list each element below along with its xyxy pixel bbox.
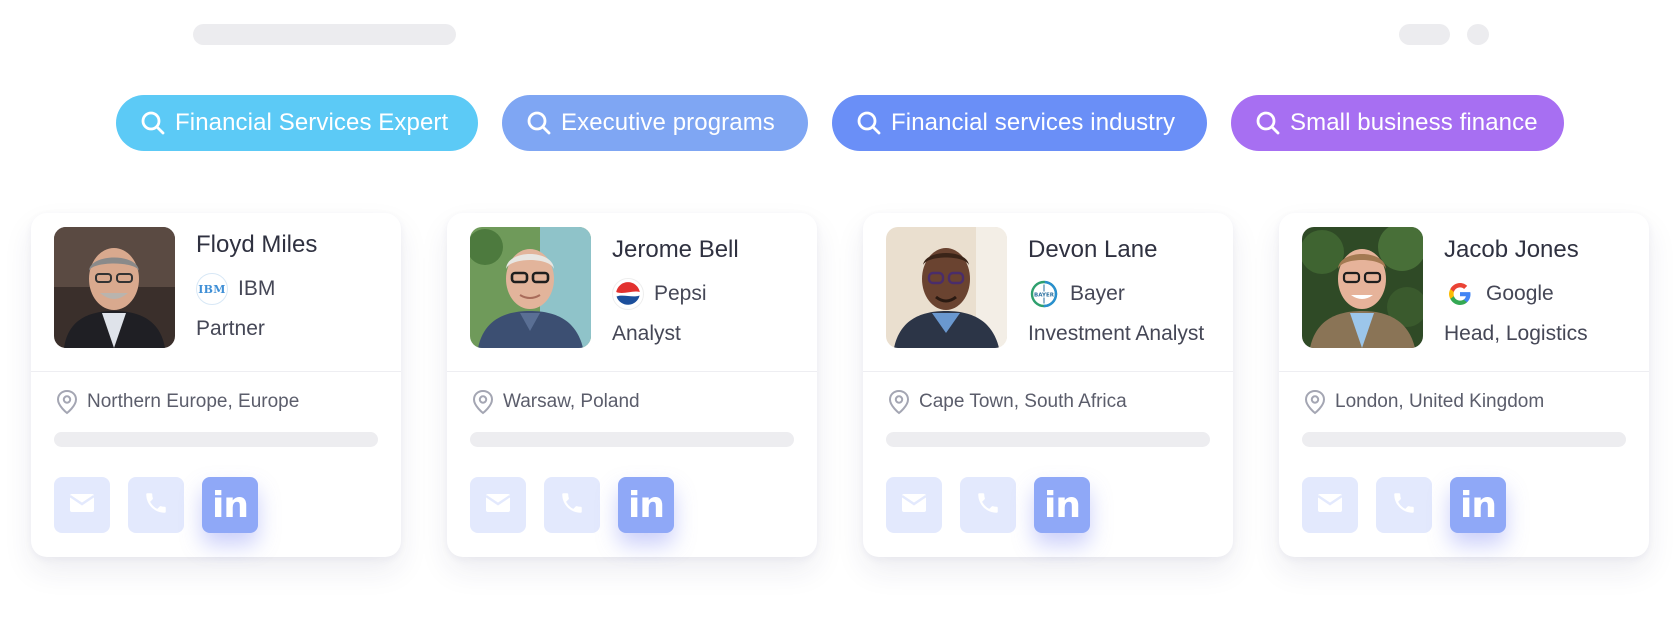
- skeleton-bar: [1302, 432, 1626, 447]
- company-name: Google: [1486, 282, 1554, 305]
- search-chip-financial-services-expert[interactable]: Financial Services Expert: [116, 95, 478, 151]
- search-icon: [856, 110, 882, 136]
- pepsi-logo: [612, 278, 644, 310]
- location-text: London, United Kingdom: [1335, 391, 1545, 412]
- company: Pepsi: [612, 278, 707, 310]
- email-button[interactable]: [54, 477, 110, 533]
- search-icon: [1255, 110, 1281, 136]
- chip-label: Small business finance: [1290, 109, 1538, 136]
- skeleton-bar: [54, 432, 378, 447]
- phone-icon: [143, 490, 169, 521]
- company-name: Pepsi: [654, 282, 707, 305]
- location: Cape Town, South Africa: [887, 389, 1127, 415]
- linkedin-icon: in: [1044, 484, 1081, 526]
- phone-button[interactable]: [128, 477, 184, 533]
- phone-button[interactable]: [1376, 477, 1432, 533]
- person-role: Analyst: [612, 322, 681, 345]
- phone-icon: [975, 490, 1001, 521]
- avatar: [470, 227, 591, 348]
- location-pin-icon: [887, 389, 911, 415]
- profile-card: Jacob Jones Google Head, Logistics Londo…: [1279, 213, 1649, 557]
- person-role: Investment Analyst: [1028, 322, 1205, 345]
- linkedin-button[interactable]: in: [202, 477, 258, 533]
- top-skeleton-dot: [1467, 24, 1489, 45]
- email-button[interactable]: [470, 477, 526, 533]
- phone-button[interactable]: [544, 477, 600, 533]
- ibm-logo: IBM: [196, 273, 228, 305]
- search-chips: Financial Services Expert Executive prog…: [0, 95, 1680, 151]
- person-role: Head, Logistics: [1444, 322, 1588, 345]
- profile-card: Floyd Miles IBM IBM Partner Northern Eur…: [31, 213, 401, 557]
- person-name: Jerome Bell: [612, 236, 739, 263]
- avatar: [54, 227, 175, 348]
- card-divider: [31, 371, 401, 372]
- card-divider: [447, 371, 817, 372]
- person-name: Jacob Jones: [1444, 236, 1579, 263]
- company: IBM IBM: [196, 273, 275, 305]
- location-pin-icon: [1303, 389, 1327, 415]
- search-chip-executive-programs[interactable]: Executive programs: [502, 95, 808, 151]
- bayer-logo: BAYER: [1028, 278, 1060, 310]
- mail-icon: [901, 493, 927, 518]
- profile-card: Jerome Bell Pepsi Analyst Warsaw, Poland…: [447, 213, 817, 557]
- mail-icon: [69, 493, 95, 518]
- linkedin-icon: in: [1460, 484, 1497, 526]
- location: Northern Europe, Europe: [55, 389, 299, 415]
- phone-button[interactable]: [960, 477, 1016, 533]
- email-button[interactable]: [886, 477, 942, 533]
- person-name: Devon Lane: [1028, 236, 1158, 263]
- skeleton-bar: [470, 432, 794, 447]
- company-name: Bayer: [1070, 282, 1125, 305]
- chip-label: Financial Services Expert: [175, 109, 449, 136]
- location-pin-icon: [55, 389, 79, 415]
- search-icon: [140, 110, 166, 136]
- linkedin-button[interactable]: in: [1034, 477, 1090, 533]
- card-divider: [1279, 371, 1649, 372]
- google-logo: [1444, 278, 1476, 310]
- location-pin-icon: [471, 389, 495, 415]
- top-skeleton-pill: [1399, 24, 1450, 45]
- search-chip-small-business-finance[interactable]: Small business finance: [1231, 95, 1564, 151]
- person-name: Floyd Miles: [196, 231, 318, 258]
- location: Warsaw, Poland: [471, 389, 640, 415]
- linkedin-icon: in: [212, 484, 249, 526]
- chip-label: Executive programs: [561, 109, 775, 136]
- company-name: IBM: [238, 277, 276, 300]
- profile-card: Devon Lane BAYER Bayer Investment Analys…: [863, 213, 1233, 557]
- search-icon: [526, 110, 552, 136]
- linkedin-button[interactable]: in: [1450, 477, 1506, 533]
- skeleton-bar: [886, 432, 1210, 447]
- top-skeleton-bar: [193, 24, 456, 45]
- chip-label: Financial services industry: [891, 109, 1176, 136]
- card-divider: [863, 371, 1233, 372]
- mail-icon: [485, 493, 511, 518]
- company: Google: [1444, 278, 1554, 310]
- avatar: [886, 227, 1007, 348]
- phone-icon: [559, 490, 585, 521]
- location-text: Cape Town, South Africa: [919, 391, 1127, 412]
- email-button[interactable]: [1302, 477, 1358, 533]
- location-text: Warsaw, Poland: [503, 391, 640, 412]
- search-chip-financial-services-industry[interactable]: Financial services industry: [832, 95, 1207, 151]
- linkedin-icon: in: [628, 484, 665, 526]
- phone-icon: [1391, 490, 1417, 521]
- person-role: Partner: [196, 317, 265, 340]
- location-text: Northern Europe, Europe: [87, 391, 300, 412]
- linkedin-button[interactable]: in: [618, 477, 674, 533]
- avatar: [1302, 227, 1423, 348]
- mail-icon: [1317, 493, 1343, 518]
- company: BAYER Bayer: [1028, 278, 1125, 310]
- location: London, United Kingdom: [1303, 389, 1544, 415]
